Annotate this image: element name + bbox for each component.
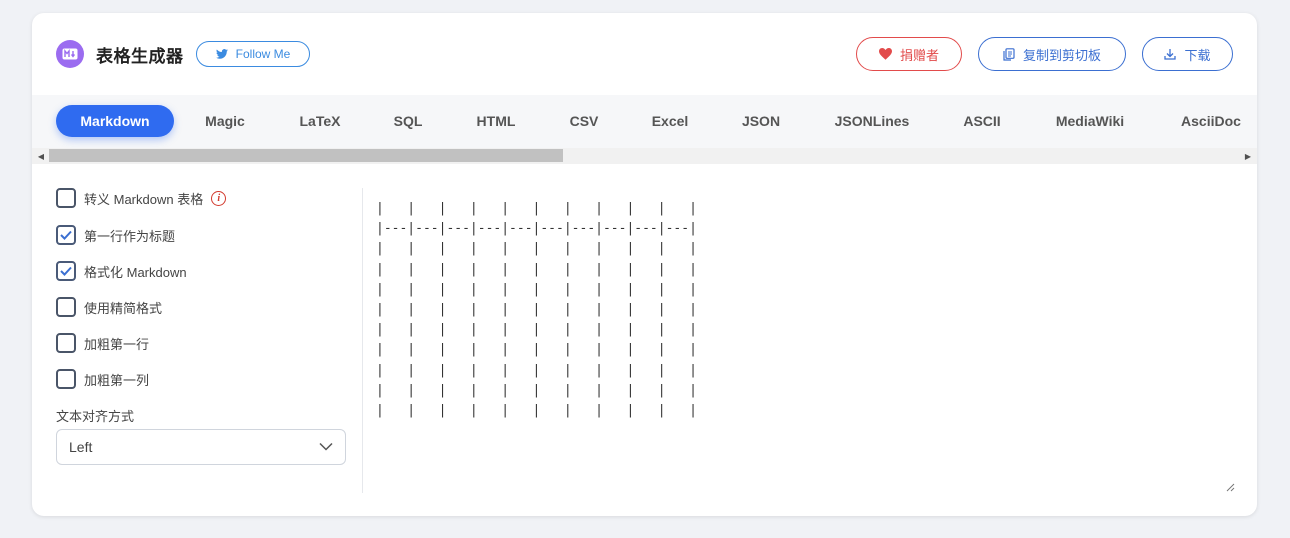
tab-csv[interactable]: CSV	[554, 105, 614, 137]
option-label: 格式化 Markdown	[84, 264, 187, 280]
tab-mediawiki[interactable]: MediaWiki	[1042, 105, 1138, 137]
option-label: 使用精简格式	[84, 300, 163, 316]
download-button[interactable]: 下载	[1142, 37, 1233, 71]
text-alignment-select[interactable]: Left	[56, 429, 346, 465]
bold-first-column-checkbox[interactable]	[56, 369, 76, 389]
app-title: 表格生成器	[96, 47, 184, 66]
format-markdown-checkbox[interactable]	[56, 261, 76, 281]
copy-label: 复制到剪切板	[1022, 47, 1101, 63]
tab-html[interactable]: HTML	[462, 105, 530, 137]
resize-handle-icon[interactable]	[1226, 483, 1235, 492]
option-escape-markdown[interactable]: 转义 Markdown 表格 i	[56, 187, 227, 209]
clipboard-icon	[1003, 47, 1015, 61]
follow-me-button[interactable]: Follow Me	[196, 41, 310, 67]
heart-icon	[878, 48, 892, 60]
download-label: 下载	[1184, 47, 1211, 63]
twitter-icon	[215, 49, 228, 59]
checkmark-icon	[60, 230, 72, 240]
text-alignment-label: 文本对齐方式	[56, 409, 135, 424]
checkmark-icon	[60, 266, 72, 276]
option-label: 加粗第一列	[84, 372, 150, 388]
option-label: 转义 Markdown 表格	[84, 191, 204, 207]
donate-label: 捐赠者	[899, 47, 939, 63]
tab-markdown[interactable]: Markdown	[56, 105, 174, 137]
option-bold-first-row[interactable]: 加粗第一行	[56, 332, 149, 354]
donate-button[interactable]: 捐赠者	[856, 37, 962, 71]
option-label: 加粗第一行	[84, 336, 150, 352]
follow-me-label: Follow Me	[235, 47, 291, 61]
chevron-down-icon	[319, 442, 333, 451]
option-format-markdown[interactable]: 格式化 Markdown	[56, 260, 187, 282]
bold-first-row-checkbox[interactable]	[56, 333, 76, 353]
panel-divider	[362, 188, 363, 493]
option-first-row-header[interactable]: 第一行作为标题	[56, 224, 175, 246]
markdown-output-textarea[interactable]: | | | | | | | | | | | |---|---|---|---|-…	[376, 199, 1236, 491]
option-bold-first-column[interactable]: 加粗第一列	[56, 368, 149, 390]
tab-json[interactable]: JSON	[728, 105, 794, 137]
compact-format-checkbox[interactable]	[56, 297, 76, 317]
text-alignment-value: Left	[69, 439, 93, 455]
header: 表格生成器 Follow Me 捐赠者 复制到剪切板 下载	[32, 13, 1257, 95]
tab-magic[interactable]: Magic	[190, 105, 260, 137]
option-compact-format[interactable]: 使用精简格式	[56, 296, 162, 318]
tab-jsonlines[interactable]: JSONLines	[822, 105, 922, 137]
tabs-scrollbar[interactable]: ◀ ▶	[32, 148, 1257, 164]
tab-ascii[interactable]: ASCII	[948, 105, 1016, 137]
tab-excel[interactable]: Excel	[636, 105, 704, 137]
scroll-right-arrow-icon[interactable]: ▶	[1241, 148, 1255, 164]
option-label: 第一行作为标题	[84, 228, 176, 244]
scroll-left-arrow-icon[interactable]: ◀	[34, 148, 48, 164]
tab-sql[interactable]: SQL	[378, 105, 438, 137]
download-icon	[1164, 49, 1177, 60]
first-row-header-checkbox[interactable]	[56, 225, 76, 245]
escape-markdown-checkbox[interactable]	[56, 188, 76, 208]
scrollbar-thumb[interactable]	[49, 149, 563, 162]
format-tabs: Markdown Magic LaTeX SQL HTML CSV Excel …	[32, 95, 1257, 148]
copy-to-clipboard-button[interactable]: 复制到剪切板	[978, 37, 1126, 71]
tab-latex[interactable]: LaTeX	[284, 105, 356, 137]
info-icon[interactable]: i	[211, 190, 227, 206]
markdown-logo-icon	[56, 40, 84, 68]
main-card: 表格生成器 Follow Me 捐赠者 复制到剪切板 下载 Markdown M…	[32, 13, 1257, 516]
tab-asciidoc[interactable]: AsciiDoc	[1164, 105, 1257, 137]
